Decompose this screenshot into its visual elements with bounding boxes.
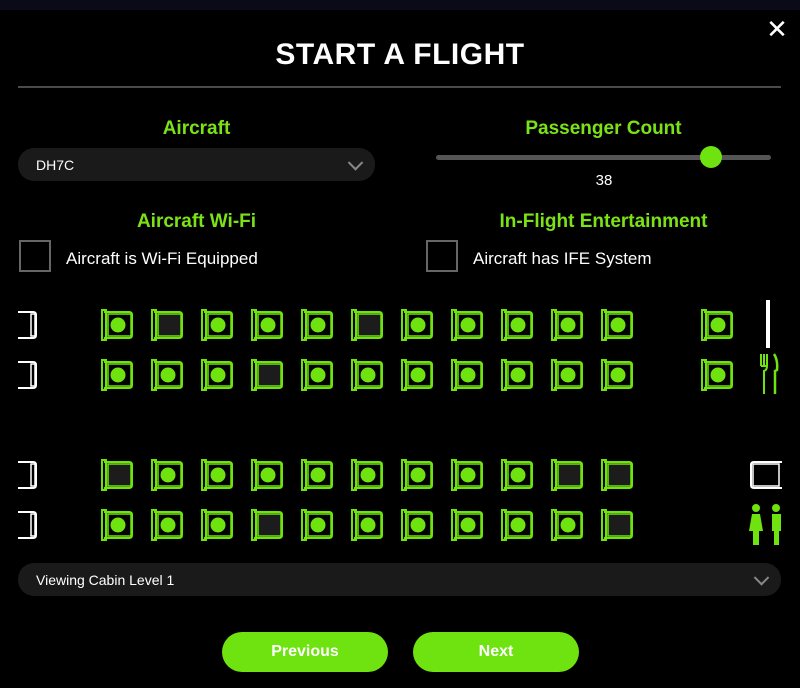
cabin-wall [766, 300, 770, 348]
seat-occupied[interactable] [350, 457, 386, 493]
galley-icon [758, 352, 780, 401]
seat-occupied[interactable] [200, 457, 236, 493]
closet-marker [748, 457, 784, 498]
seat-occupied[interactable] [200, 507, 236, 543]
seat-occupied[interactable] [300, 457, 336, 493]
chevron-down-icon [347, 154, 364, 171]
seat-occupied[interactable] [100, 357, 136, 393]
wifi-label: Aircraft Wi-Fi [136, 211, 257, 232]
seat-occupied[interactable] [300, 307, 336, 343]
ife-checkbox-label: Aircraft has IFE System [473, 249, 652, 268]
seat-empty[interactable] [600, 507, 636, 543]
page-title: START A FLIGHT [275, 38, 525, 71]
seat-occupied[interactable] [100, 507, 136, 543]
cabin-level-select[interactable]: Viewing Cabin Level 1 [18, 563, 781, 596]
seat-empty[interactable] [250, 507, 286, 543]
seat-occupied[interactable] [200, 307, 236, 343]
seat-occupied[interactable] [100, 307, 136, 343]
passenger-count-value: 38 [595, 172, 613, 189]
ife-checkbox[interactable] [426, 240, 458, 272]
seat-occupied[interactable] [700, 307, 736, 343]
exit-marker [18, 357, 40, 398]
passenger-count-label: Passenger Count [525, 118, 682, 139]
seat-occupied[interactable] [150, 507, 186, 543]
seat-occupied[interactable] [200, 357, 236, 393]
seat-occupied[interactable] [500, 357, 536, 393]
wifi-checkbox-label: Aircraft is Wi-Fi Equipped [66, 249, 258, 268]
seat-occupied[interactable] [400, 457, 436, 493]
wifi-checkbox[interactable] [19, 240, 51, 272]
seat-occupied[interactable] [300, 507, 336, 543]
seat-empty[interactable] [100, 457, 136, 493]
previous-button[interactable]: Previous [222, 632, 388, 672]
seat-occupied[interactable] [400, 307, 436, 343]
seat-occupied[interactable] [450, 357, 486, 393]
seat-occupied[interactable] [450, 307, 486, 343]
seat-occupied[interactable] [150, 357, 186, 393]
ife-label: In-Flight Entertainment [499, 211, 708, 232]
exit-marker [18, 507, 40, 548]
seat-occupied[interactable] [550, 357, 586, 393]
next-button[interactable]: Next [413, 632, 579, 672]
seat-occupied[interactable] [500, 457, 536, 493]
seat-empty[interactable] [550, 457, 586, 493]
seat-occupied[interactable] [150, 457, 186, 493]
seat-occupied[interactable] [600, 357, 636, 393]
seat-empty[interactable] [150, 307, 186, 343]
seat-occupied[interactable] [250, 457, 286, 493]
exit-marker [18, 307, 40, 348]
seat-occupied[interactable] [450, 457, 486, 493]
cabin-level-select-value: Viewing Cabin Level 1 [36, 571, 175, 588]
seat-empty[interactable] [600, 457, 636, 493]
aircraft-select-value: DH7C [36, 156, 75, 173]
seat-occupied[interactable] [500, 507, 536, 543]
aircraft-select[interactable]: DH7C [18, 148, 375, 181]
chevron-down-icon [753, 569, 770, 586]
seat-occupied[interactable] [400, 507, 436, 543]
seat-occupied[interactable] [500, 307, 536, 343]
seat-occupied[interactable] [550, 507, 586, 543]
seat-occupied[interactable] [250, 307, 286, 343]
seat-occupied[interactable] [350, 507, 386, 543]
seat-empty[interactable] [250, 357, 286, 393]
aircraft-label: Aircraft [162, 118, 231, 139]
seat-occupied[interactable] [450, 507, 486, 543]
top-strip [0, 0, 800, 10]
seat-occupied[interactable] [700, 357, 736, 393]
seat-occupied[interactable] [350, 357, 386, 393]
seat-empty[interactable] [350, 307, 386, 343]
seat-occupied[interactable] [300, 357, 336, 393]
title-divider [18, 86, 781, 88]
seat-occupied[interactable] [600, 307, 636, 343]
exit-marker [18, 457, 40, 498]
passenger-count-slider-thumb[interactable] [699, 146, 722, 168]
lavatory-icon [748, 503, 782, 552]
seat-occupied[interactable] [550, 307, 586, 343]
seat-occupied[interactable] [400, 357, 436, 393]
